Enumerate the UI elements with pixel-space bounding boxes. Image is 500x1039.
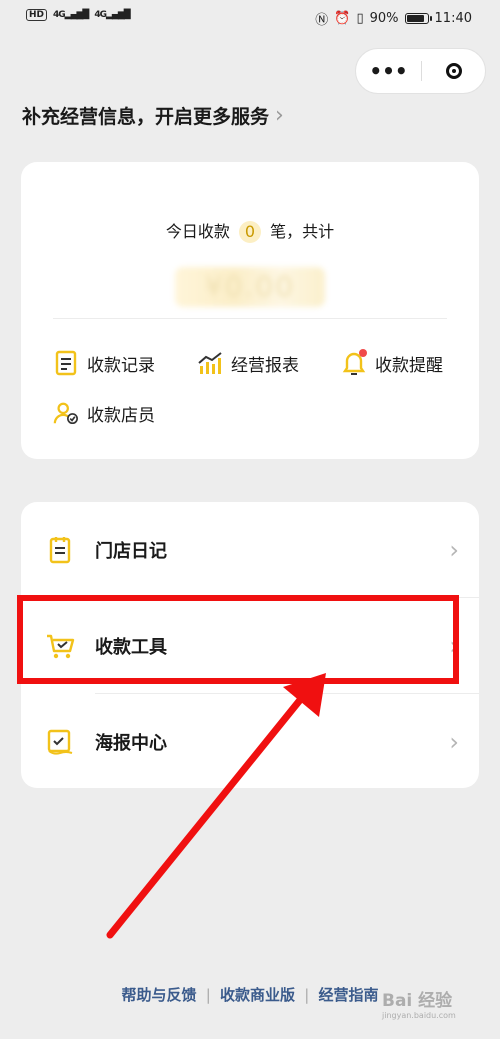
staff-icon [53, 400, 79, 426]
footer-separator: | [304, 986, 310, 1004]
today-amount-blurred: ¥0.00 [175, 267, 325, 307]
status-left: HD 4G▂▄▆█ 4G▂▄▆█ [26, 9, 131, 21]
shortcut-payment-records[interactable]: 收款记录 [53, 350, 155, 376]
today-summary: 今日收款 0 笔，共计 [21, 218, 479, 243]
clock: 11:40 [434, 11, 472, 26]
close-miniprogram-button[interactable] [422, 49, 486, 93]
chevron-right-icon: › [275, 103, 284, 128]
shortcut-label: 收款记录 [87, 355, 155, 376]
shortcut-label: 收款店员 [87, 405, 155, 426]
hd-badge: HD [26, 9, 48, 21]
shortcut-label: 经营报表 [231, 355, 299, 376]
today-prefix: 今日收款 [165, 222, 230, 241]
footer-link-help-feedback[interactable]: 帮助与反馈 [121, 986, 196, 1004]
baidu-jingyan-watermark: Bai 经验 jingyan.baidu.com [382, 986, 456, 1020]
status-right: Ⓝ ⏰ ▯ 90% 11:40 [315, 9, 472, 28]
battery-fill [406, 15, 424, 22]
status-bar: HD 4G▂▄▆█ 4G▂▄▆█ Ⓝ ⏰ ▯ 90% 11:40 [0, 0, 500, 38]
vibrate-icon: ▯ [356, 11, 364, 26]
today-suffix: 笔，共计 [270, 222, 335, 241]
shortcut-payment-reminder[interactable]: 收款提醒 [341, 349, 443, 376]
notebook-icon [45, 535, 75, 565]
promo-text: 补充经营信息，开启更多服务 [22, 106, 270, 128]
shortcut-cashier-staff[interactable]: 收款店员 [53, 400, 155, 426]
complete-business-info-link[interactable]: 补充经营信息，开启更多服务 › [22, 102, 284, 129]
alarm-icon: ⏰ [334, 11, 351, 26]
watermark-sub: jingyan.baidu.com [382, 1011, 456, 1020]
chart-icon [197, 350, 223, 376]
divider [53, 318, 447, 319]
target-ring-icon [446, 63, 462, 79]
menu-item-store-diary[interactable]: 门店日记 › [21, 502, 479, 597]
more-dots-icon[interactable]: ••• [356, 49, 421, 93]
menu-item-poster-center[interactable]: 海报中心 › [21, 694, 479, 789]
chevron-right-icon: › [449, 727, 459, 756]
watermark-text: Bai 经验 [382, 991, 453, 1011]
today-count-badge: 0 [239, 221, 261, 243]
menu-item-label: 门店日记 [95, 540, 167, 562]
footer-separator: | [205, 986, 211, 1004]
signal-sim2-icon: 4G▂▄▆█ [94, 10, 130, 20]
footer-link-business-edition[interactable]: 收款商业版 [220, 986, 295, 1004]
bell-icon [341, 349, 367, 376]
nfc-icon: Ⓝ [315, 13, 329, 28]
chevron-right-icon: › [449, 535, 459, 564]
miniprogram-capsule: ••• [355, 48, 486, 94]
poster-icon [45, 727, 75, 757]
annotation-highlight-box [17, 595, 459, 684]
signal-sim1-icon: 4G▂▄▆█ [53, 10, 89, 20]
battery-percent: 90% [369, 11, 399, 26]
menu-item-label: 海报中心 [95, 732, 167, 754]
shortcut-business-report[interactable]: 经营报表 [197, 350, 299, 376]
footer-link-business-guide[interactable]: 经营指南 [319, 986, 379, 1004]
receipt-icon [53, 350, 79, 376]
notification-dot [359, 349, 367, 357]
battery-icon [404, 13, 432, 24]
shortcut-label: 收款提醒 [375, 355, 443, 376]
summary-card: 今日收款 0 笔，共计 ¥0.00 收款记录 经营报表 收款提醒 收款店员 [21, 162, 479, 459]
